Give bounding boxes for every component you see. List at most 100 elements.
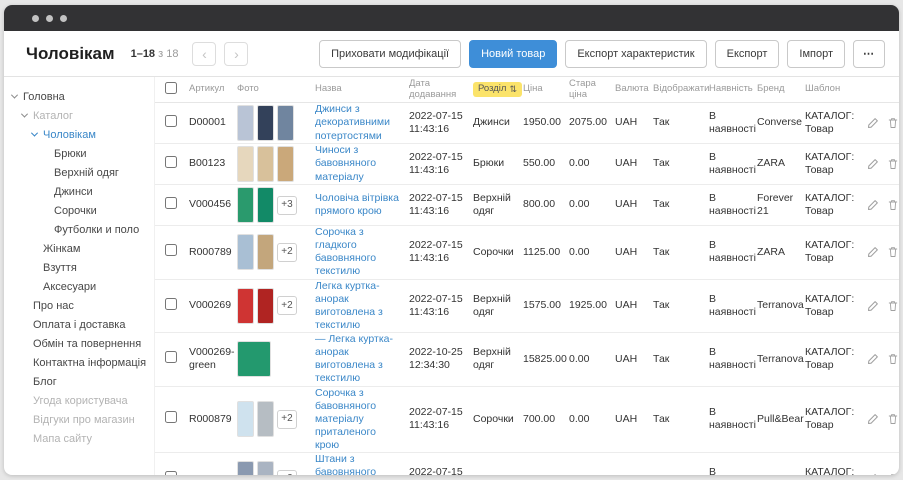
- product-thumbnail: [237, 461, 254, 475]
- row-checkbox[interactable]: [165, 351, 177, 363]
- cell-price: 1575.00: [523, 299, 569, 312]
- row-checkbox[interactable]: [165, 115, 177, 127]
- sidebar-item[interactable]: Чоловікам: [4, 125, 154, 144]
- edit-icon[interactable]: [867, 353, 879, 365]
- more-photos-badge[interactable]: +3: [277, 196, 297, 215]
- row-checkbox[interactable]: [165, 156, 177, 168]
- edit-icon[interactable]: [867, 473, 879, 475]
- row-checkbox[interactable]: [165, 298, 177, 310]
- export-button[interactable]: Експорт: [715, 40, 780, 68]
- cell-price: 800.00: [523, 198, 569, 211]
- cell-template: КАТАЛОГ: Товар: [805, 239, 863, 265]
- delete-icon[interactable]: [887, 353, 899, 365]
- delete-icon[interactable]: [887, 158, 899, 170]
- column-header-photo[interactable]: Фото: [237, 84, 315, 94]
- column-header-name[interactable]: Назва: [315, 84, 409, 94]
- new-product-button[interactable]: Новий товар: [469, 40, 557, 68]
- sidebar-item[interactable]: Мапа сайту: [4, 429, 154, 448]
- edit-icon[interactable]: [867, 246, 879, 258]
- delete-icon[interactable]: [887, 413, 899, 425]
- edit-icon[interactable]: [867, 199, 879, 211]
- product-name-link[interactable]: Сорочка з гладкого бавовняного текстилю: [315, 226, 403, 279]
- sidebar-item[interactable]: Жінкам: [4, 239, 154, 258]
- delete-icon[interactable]: [887, 246, 899, 258]
- page-header: Чоловікам 1–18 з 18 ‹ › Приховати модифі…: [4, 31, 899, 77]
- cell-article: B000321: [189, 473, 237, 475]
- more-photos-badge[interactable]: +2: [277, 410, 297, 429]
- column-header-display[interactable]: Відображати: [653, 84, 709, 94]
- sort-icon[interactable]: ⇅: [509, 85, 517, 95]
- sidebar-item-label: Верхній одяг: [54, 167, 119, 179]
- sidebar-item[interactable]: Брюки: [4, 144, 154, 163]
- sidebar-item[interactable]: Відгуки про магазин: [4, 410, 154, 429]
- sidebar-item[interactable]: Контактна інформація: [4, 353, 154, 372]
- delete-icon[interactable]: [887, 473, 899, 475]
- sidebar-item[interactable]: Аксесуари: [4, 277, 154, 296]
- delete-icon[interactable]: [887, 300, 899, 312]
- more-photos-badge[interactable]: +2: [277, 243, 297, 262]
- column-header-section[interactable]: Розділ ⇅: [473, 82, 523, 96]
- product-thumbnail: [257, 461, 274, 475]
- delete-icon[interactable]: [887, 117, 899, 129]
- edit-icon[interactable]: [867, 300, 879, 312]
- column-header-availability[interactable]: Наявність: [709, 84, 757, 94]
- sidebar-item[interactable]: Футболки и поло: [4, 220, 154, 239]
- sidebar-item[interactable]: Блог: [4, 372, 154, 391]
- delete-icon[interactable]: [887, 199, 899, 211]
- sidebar-item[interactable]: Джинси: [4, 182, 154, 201]
- sidebar-item[interactable]: Угода користувача: [4, 391, 154, 410]
- column-header-currency[interactable]: Валюта: [615, 84, 653, 94]
- product-name-link[interactable]: Легка куртка-анорак виготовлена з тексти…: [315, 280, 403, 333]
- cell-display: Так: [653, 299, 709, 312]
- row-checkbox[interactable]: [165, 197, 177, 209]
- window-control-icon[interactable]: [32, 15, 39, 22]
- sidebar-item[interactable]: Верхній одяг: [4, 163, 154, 182]
- select-all-checkbox[interactable]: [165, 82, 177, 94]
- edit-icon[interactable]: [867, 158, 879, 170]
- product-name-link[interactable]: — Легка куртка-анорак виготовлена з текс…: [315, 333, 403, 386]
- column-header-article[interactable]: Артикул: [189, 84, 237, 94]
- date-value: 2022-07-15: [409, 406, 467, 419]
- more-photos-badge[interactable]: +2: [277, 296, 297, 315]
- row-checkbox[interactable]: [165, 411, 177, 423]
- product-name-link[interactable]: Сорочка з бавовняного матеріалу притален…: [315, 387, 403, 453]
- product-thumbnail: [237, 187, 254, 223]
- cell-template: КАТАЛОГ: Товар: [805, 346, 863, 372]
- sidebar-item[interactable]: Головна: [4, 87, 154, 106]
- cell-actions: [863, 473, 899, 475]
- product-name-link[interactable]: Чоловіча вітрівка прямого крою: [315, 192, 403, 218]
- import-button[interactable]: Імпорт: [787, 40, 845, 68]
- column-header-old-price[interactable]: Стара ціна: [569, 79, 615, 100]
- window-control-icon[interactable]: [60, 15, 67, 22]
- sidebar-item[interactable]: Оплата і доставка: [4, 315, 154, 334]
- more-actions-button[interactable]: ⋯: [853, 40, 885, 68]
- cell-currency: UAH: [615, 198, 653, 211]
- edit-icon[interactable]: [867, 413, 879, 425]
- product-name-link[interactable]: Джинси з декоративними потертостями: [315, 103, 403, 142]
- product-name-link[interactable]: Чиноси з бавовняного матеріалу: [315, 144, 403, 183]
- prev-page-button[interactable]: ‹: [192, 42, 216, 66]
- row-checkbox[interactable]: [165, 244, 177, 256]
- sidebar-item[interactable]: Каталог: [4, 106, 154, 125]
- sidebar-item[interactable]: Сорочки: [4, 201, 154, 220]
- column-header-price[interactable]: Ціна: [523, 84, 569, 94]
- column-header-date-added[interactable]: Дата додавання: [409, 79, 473, 100]
- cell-old-price: 0.00: [569, 157, 615, 170]
- column-header-brand[interactable]: Бренд: [757, 84, 805, 94]
- edit-icon[interactable]: [867, 117, 879, 129]
- cell-template: КАТАЛОГ: Товар: [805, 293, 863, 319]
- column-header-template[interactable]: Шаблон: [805, 84, 863, 94]
- sidebar-item[interactable]: Обмін та повернення: [4, 334, 154, 353]
- hide-modifications-button[interactable]: Приховати модифікації: [319, 40, 461, 68]
- sidebar-item-label: Контактна інформація: [33, 357, 146, 369]
- cell-actions: [863, 413, 899, 425]
- sidebar-item[interactable]: Про нас: [4, 296, 154, 315]
- row-checkbox[interactable]: [165, 471, 177, 475]
- export-characteristics-button[interactable]: Експорт характеристик: [565, 40, 706, 68]
- product-name-link[interactable]: Штани з бавовняного матеріалу прямого кр…: [315, 453, 403, 475]
- more-photos-badge[interactable]: +2: [277, 470, 297, 475]
- table-header: Артикул Фото Назва Дата додавання Розділ…: [155, 77, 899, 103]
- sidebar-item[interactable]: Взуття: [4, 258, 154, 277]
- window-control-icon[interactable]: [46, 15, 53, 22]
- next-page-button[interactable]: ›: [224, 42, 248, 66]
